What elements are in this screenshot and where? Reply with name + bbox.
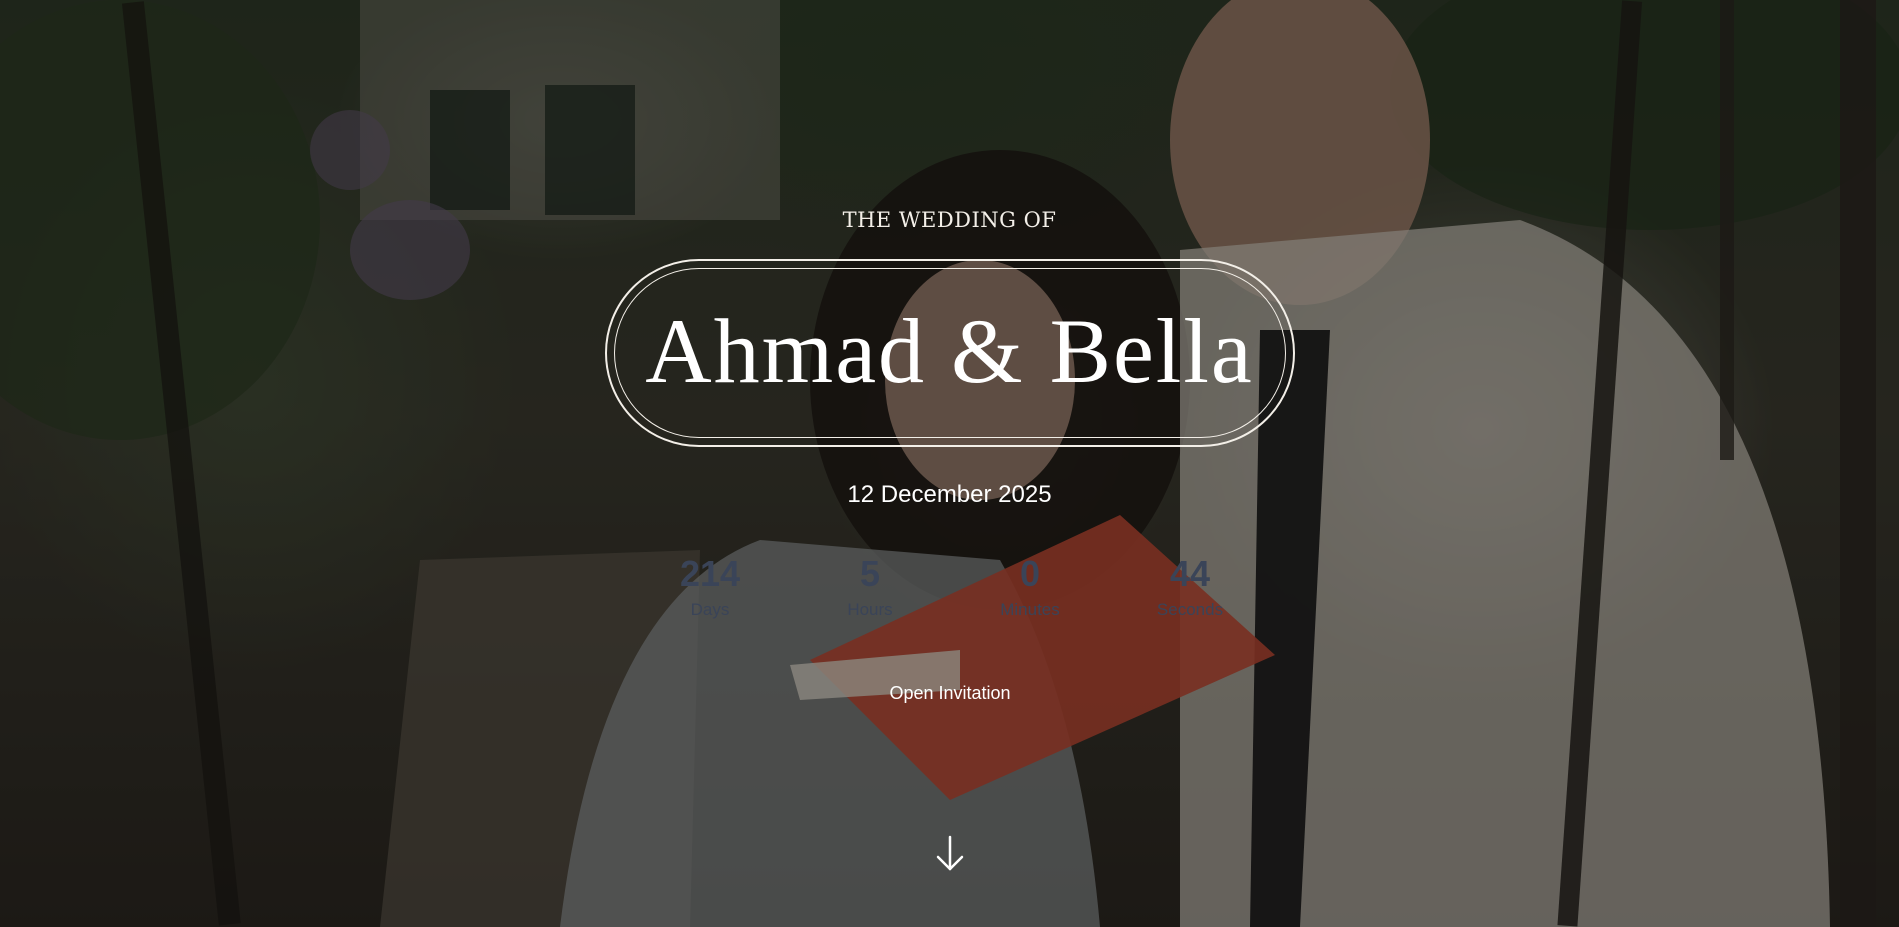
countdown-seconds: 44 Seconds <box>1135 552 1245 620</box>
countdown-label: Seconds <box>1156 600 1224 619</box>
countdown-label: Minutes <box>1000 600 1060 619</box>
hero-content: THE WEDDING OF Ahmad & Bella 12 December… <box>0 0 1899 927</box>
countdown-days: 214 Days <box>655 552 765 620</box>
countdown-value: 214 <box>679 553 741 594</box>
countdown-value: 0 <box>1019 553 1041 594</box>
arrow-down-icon[interactable] <box>934 834 966 874</box>
countdown-label: Days <box>690 600 730 619</box>
couple-names: Ahmad & Bella <box>645 300 1254 402</box>
countdown-value: 44 <box>1169 553 1211 594</box>
countdown-label: Hours <box>847 600 893 619</box>
wedding-date: 12 December 2025 <box>847 481 1052 508</box>
wedding-eyebrow: THE WEDDING OF <box>842 208 1057 232</box>
open-invitation-button[interactable]: Open Invitation <box>860 676 1040 710</box>
countdown-value: 5 <box>859 553 881 594</box>
countdown: 214 Days 5 Hours 0 Minutes 44 Seconds <box>655 552 1245 632</box>
countdown-minutes: 0 Minutes <box>975 552 1085 620</box>
countdown-hours: 5 Hours <box>815 552 925 620</box>
